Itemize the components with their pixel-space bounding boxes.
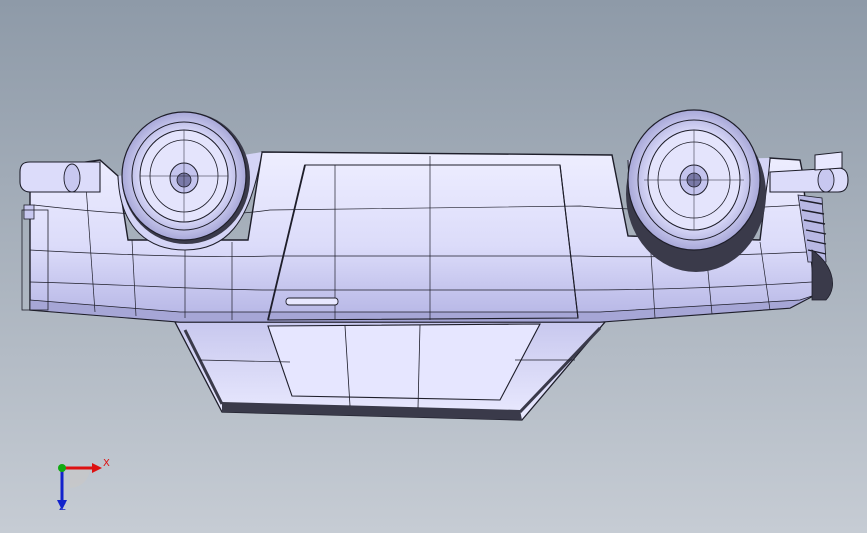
x-axis-head [92,463,102,473]
z-axis-label: Z [59,502,66,513]
graphics-viewport[interactable]: X Z [0,0,867,533]
front-wheel [121,111,250,244]
x-axis-label: X [103,458,110,469]
car-model[interactable] [0,0,867,533]
y-axis-dot [58,464,66,472]
rear-wheel [626,109,766,272]
cabin [173,321,607,421]
triad-plane [70,468,90,488]
